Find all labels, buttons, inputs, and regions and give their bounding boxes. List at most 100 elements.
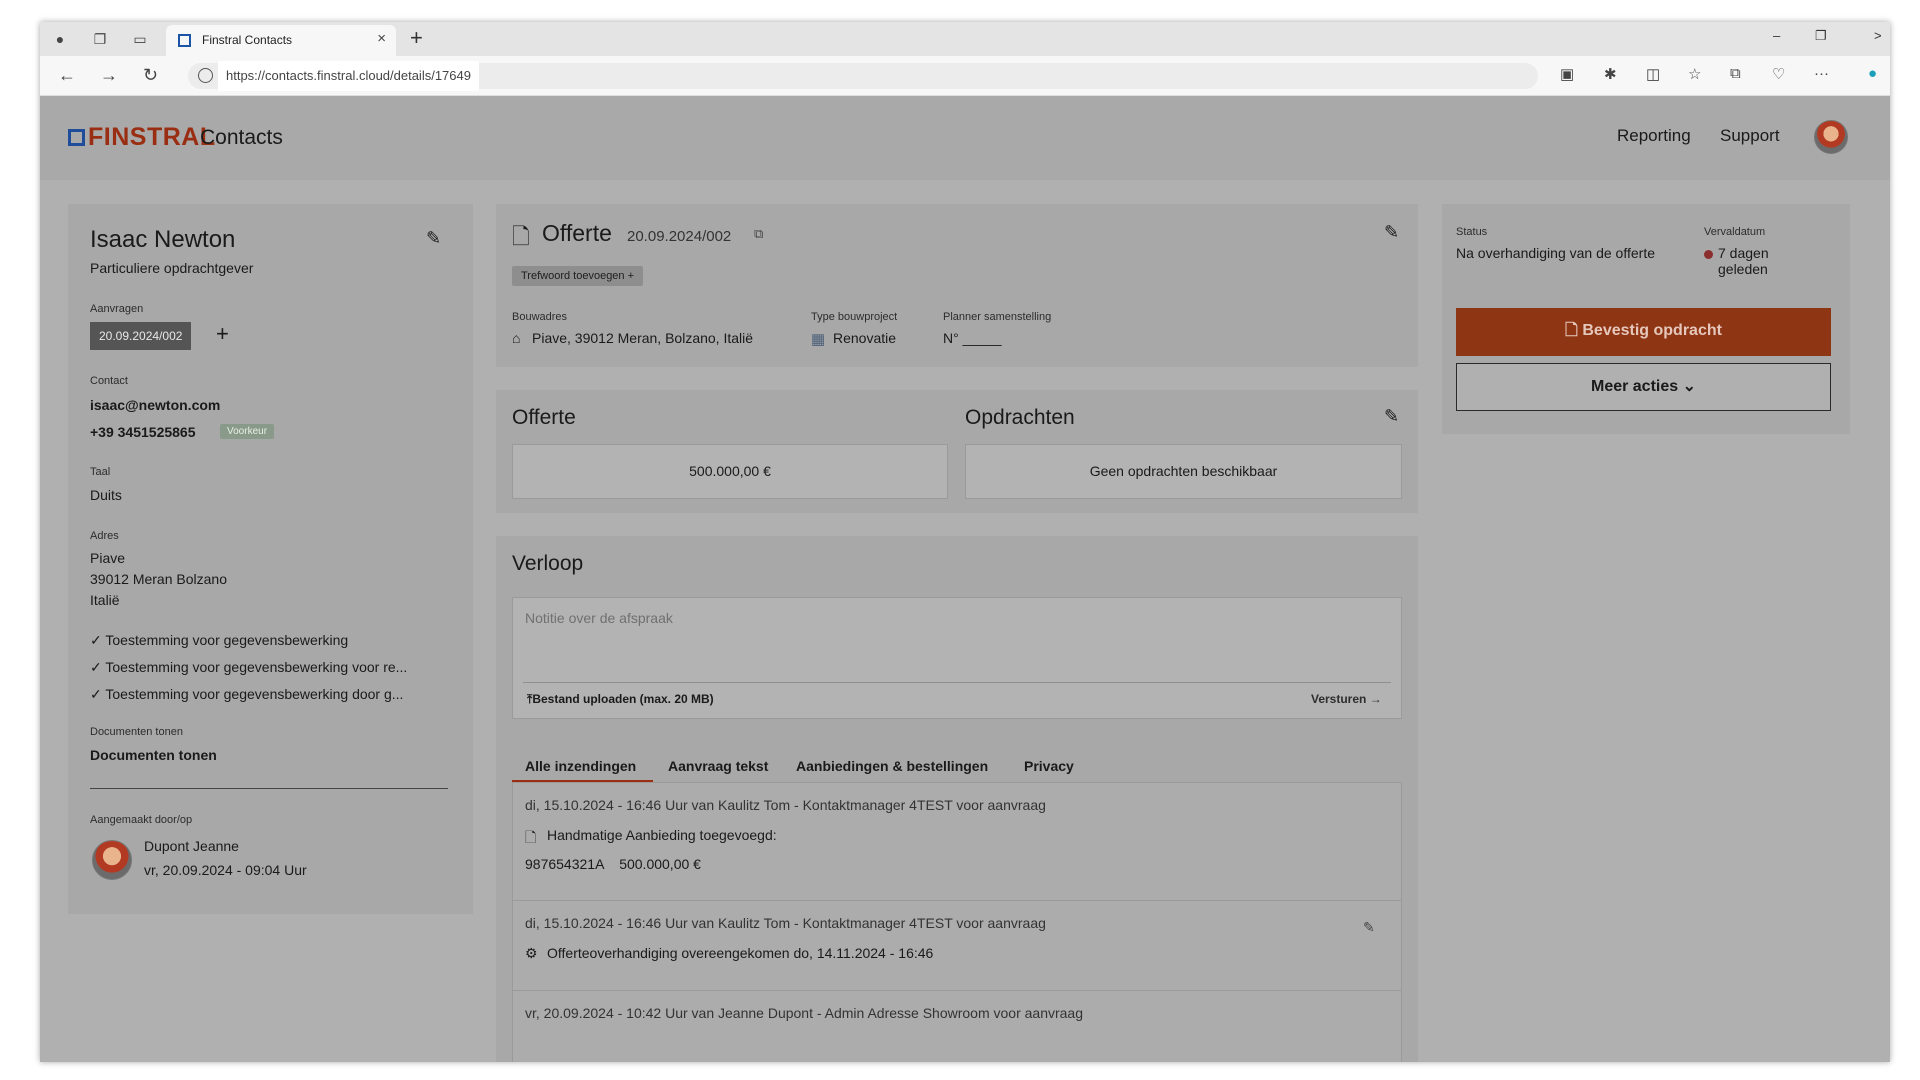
browser-window: ● ❐ ▭ Finstral Contacts × + – ❐ > ← → ↻ … xyxy=(40,22,1890,1062)
status-label: Status xyxy=(1456,226,1488,238)
favorites-icon[interactable]: ☆ xyxy=(1688,65,1701,83)
history-entry: di, 15.10.2024 - 16:46 Uur van Kaulitz T… xyxy=(512,900,1402,991)
check-icon: ✓ xyxy=(90,659,106,675)
copy-icon[interactable]: ⧉ xyxy=(754,226,763,242)
note-editor[interactable]: Notitie over de afspraak ⤒Bestand upload… xyxy=(512,597,1402,719)
reporting-link[interactable]: Reporting xyxy=(1617,126,1691,146)
close-window-icon[interactable]: > xyxy=(1874,28,1882,43)
tab-offers-orders[interactable]: Aanbiedingen & bestellingen xyxy=(796,758,988,774)
app-header: FINSTRAL Contacts Reporting Support xyxy=(40,96,1890,180)
finstral-favicon-icon xyxy=(178,34,191,47)
consent-label: Toestemming voor gegevensbewerking voor … xyxy=(105,659,408,675)
profile-icon[interactable]: ● xyxy=(50,29,70,49)
add-request-icon[interactable]: + xyxy=(216,321,229,347)
history-title: Verloop xyxy=(512,552,584,575)
tab-title: Finstral Contacts xyxy=(202,33,293,47)
workspaces-icon[interactable]: ❐ xyxy=(90,29,110,49)
site-label: Bouwadres xyxy=(512,311,568,323)
created-by: Dupont Jeanne xyxy=(144,838,239,854)
contact-email[interactable]: isaac@newton.com xyxy=(90,397,220,413)
tab-all-submissions[interactable]: Alle inzendingen xyxy=(525,758,636,774)
request-pill[interactable]: 20.09.2024/002 xyxy=(90,322,192,350)
url-field[interactable]: https://contacts.finstral.cloud/details/… xyxy=(188,61,1538,91)
status-value: Na overhandiging van de offerte xyxy=(1456,245,1655,261)
offer-title: Offerte xyxy=(542,220,612,246)
browser-tab[interactable]: Finstral Contacts × xyxy=(166,25,396,56)
more-menu-icon[interactable]: ··· xyxy=(1814,65,1829,82)
preferred-badge: Voorkeur xyxy=(220,424,275,439)
more-actions-button[interactable]: Meer acties ⌄ xyxy=(1456,363,1831,411)
user-avatar[interactable] xyxy=(1814,120,1848,154)
handshake-icon: ⚙ xyxy=(525,945,538,961)
planner-label: Planner samenstelling xyxy=(943,311,1052,323)
edit-offer-pencil-icon[interactable]: ✎ xyxy=(1384,222,1399,243)
offer-id: 20.09.2024/002 xyxy=(627,228,732,245)
extension-icon[interactable]: ▣ xyxy=(1560,65,1574,83)
requests-label: Aanvragen xyxy=(90,303,144,315)
offer-value: 500.000,00 € xyxy=(689,463,771,479)
contact-language: Duits xyxy=(90,487,122,503)
created-at: vr, 20.09.2024 - 09:04 Uur xyxy=(144,862,307,878)
forward-icon[interactable]: → xyxy=(100,65,118,86)
back-icon[interactable]: ← xyxy=(58,65,76,86)
document-icon: 🗋 xyxy=(512,224,530,249)
tab-request-text[interactable]: Aanvraag tekst xyxy=(668,758,768,774)
url-text[interactable]: https://contacts.finstral.cloud/details/… xyxy=(218,61,479,91)
collections-icon[interactable]: ⧉ xyxy=(1730,65,1741,82)
document-icon: 🗋 xyxy=(1565,322,1583,339)
new-tab-icon[interactable]: + xyxy=(410,25,423,51)
consent-label: Toestemming voor gegevensbewerking door … xyxy=(105,686,404,702)
address-line2: 39012 Meran Bolzano xyxy=(90,571,227,587)
address-line1: Piave xyxy=(90,550,126,566)
browser-essentials-icon[interactable]: ♡ xyxy=(1772,65,1785,83)
close-tab-icon[interactable]: × xyxy=(377,30,386,47)
project-type: Renovatie xyxy=(833,330,897,346)
puzzle-icon[interactable]: ✱ xyxy=(1604,65,1617,83)
consent-item: ✓ Toestemming voor gegevensbewerking xyxy=(90,632,348,649)
site-info-icon[interactable] xyxy=(198,68,213,83)
offer-section-title: Offerte xyxy=(512,406,576,429)
check-icon: ✓ xyxy=(90,632,106,648)
site-address: Piave, 39012 Meran, Bolzano, Italië xyxy=(532,330,754,346)
split-screen-icon[interactable]: ◫ xyxy=(1646,65,1660,83)
creator-avatar xyxy=(92,840,132,880)
minimize-icon[interactable]: – xyxy=(1773,28,1780,43)
orders-section-title: Opdrachten xyxy=(965,406,1075,429)
entry-header: vr, 20.09.2024 - 10:42 Uur van Jeanne Du… xyxy=(525,1005,1084,1021)
copilot-icon[interactable]: ● xyxy=(1868,65,1877,82)
address-label: Adres xyxy=(90,530,119,542)
edit-entry-pencil-icon[interactable]: ✎ xyxy=(1363,919,1375,936)
contact-phone[interactable]: +39 3451525865 xyxy=(90,424,196,440)
send-button[interactable]: Versturen → xyxy=(1311,692,1382,706)
entry-line: 987654321A 500.000,00 € xyxy=(525,856,701,872)
reload-icon[interactable]: ↻ xyxy=(143,65,158,86)
tab-actions-icon[interactable]: ▭ xyxy=(130,29,150,49)
contact-name: Isaac Newton xyxy=(90,226,236,253)
document-icon: 🗋 xyxy=(525,829,537,845)
logo-text[interactable]: FINSTRAL xyxy=(88,123,216,152)
due-date-label: Vervaldatum xyxy=(1704,226,1766,238)
confirm-order-button[interactable]: 🗋 Bevestig opdracht xyxy=(1456,308,1831,356)
consent-label: Toestemming voor gegevensbewerking xyxy=(105,632,349,648)
entry-header: di, 15.10.2024 - 16:46 Uur van Kaulitz T… xyxy=(525,797,1046,813)
contact-label: Contact xyxy=(90,375,128,387)
note-placeholder[interactable]: Notitie over de afspraak xyxy=(525,610,673,626)
restore-icon[interactable]: ❐ xyxy=(1815,28,1827,44)
tab-privacy[interactable]: Privacy xyxy=(1024,758,1074,774)
show-documents-link[interactable]: Documenten tonen xyxy=(90,747,217,763)
support-link[interactable]: Support xyxy=(1720,126,1780,146)
check-icon: ✓ xyxy=(90,686,106,702)
status-card: Status Na overhandiging van de offerte V… xyxy=(1442,204,1850,434)
building-icon: ▦ xyxy=(811,331,826,348)
orders-value-box: Geen opdrachten beschikbaar xyxy=(965,444,1402,499)
edit-contact-pencil-icon[interactable]: ✎ xyxy=(426,228,441,249)
divider xyxy=(90,788,448,789)
edit-orders-pencil-icon[interactable]: ✎ xyxy=(1384,406,1399,427)
offer-value-box[interactable]: 500.000,00 € xyxy=(512,444,948,499)
entry-line: Handmatige Aanbieding toegevoegd: xyxy=(547,827,777,843)
tab-strip: ● ❐ ▭ Finstral Contacts × + – ❐ > xyxy=(40,22,1890,56)
consent-item: ✓ Toestemming voor gegevensbewerking doo… xyxy=(90,686,403,703)
add-tag-button[interactable]: Trefwoord toevoegen + xyxy=(512,266,644,286)
orders-value: Geen opdrachten beschikbaar xyxy=(1089,463,1278,479)
upload-file-button[interactable]: ⤒Bestand uploaden (max. 20 MB) xyxy=(527,692,714,707)
